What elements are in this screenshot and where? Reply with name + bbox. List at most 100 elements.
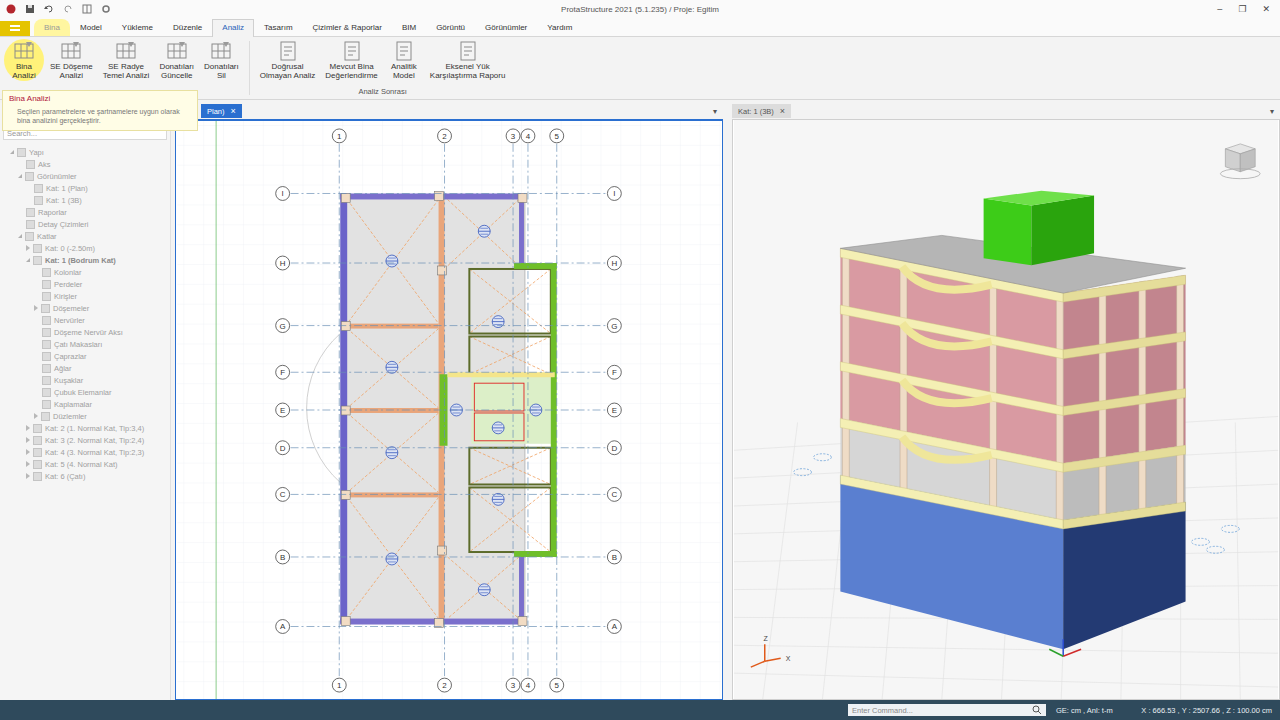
close-tab-button[interactable]: × <box>231 106 236 116</box>
expand-toggle-icon[interactable] <box>34 366 39 371</box>
slab-panel[interactable] <box>469 337 550 375</box>
column-axis[interactable]: 55 <box>550 129 564 692</box>
slab-symbol-icon[interactable] <box>386 447 398 459</box>
expand-toggle-icon[interactable] <box>34 390 39 395</box>
window-control-button[interactable]: ✕ <box>1262 4 1270 14</box>
curved-balcony[interactable] <box>902 437 992 460</box>
slab-symbol-icon[interactable] <box>492 422 504 434</box>
tree-item[interactable]: Kat: 6 (Çatı) <box>0 470 170 482</box>
column[interactable] <box>341 490 350 499</box>
slab-panel[interactable] <box>448 557 520 619</box>
ribbon-tab[interactable]: Yardım <box>537 19 582 36</box>
slab-panel[interactable] <box>347 497 438 618</box>
expand-toggle-icon[interactable] <box>18 210 23 215</box>
tree-item[interactable]: Perdeler <box>0 278 170 290</box>
command-input[interactable]: Enter Command... <box>848 704 1046 716</box>
column[interactable] <box>438 266 447 275</box>
beam[interactable] <box>347 324 438 329</box>
tree-item[interactable]: Kuşaklar <box>0 374 170 386</box>
tree-item[interactable]: Detay Çizimleri <box>0 218 170 230</box>
floor-beam[interactable] <box>1063 332 1185 359</box>
column[interactable] <box>341 322 350 331</box>
slab-symbol-icon[interactable] <box>492 493 504 505</box>
expand-toggle-icon[interactable] <box>34 270 39 275</box>
save-icon[interactable] <box>25 4 35 14</box>
ribbon-tab[interactable]: Görünümler <box>475 19 537 36</box>
expand-toggle-icon[interactable] <box>26 449 30 455</box>
ribbon-tab[interactable]: Tasarım <box>254 19 302 36</box>
wall-outline[interactable] <box>469 337 550 375</box>
tree-item[interactable]: Çatı Makasları <box>0 338 170 350</box>
view-menu-button[interactable]: ▾ <box>1270 107 1280 116</box>
tree-item[interactable]: Döşeme Nervür Aksı <box>0 326 170 338</box>
expand-toggle-icon[interactable] <box>34 413 38 419</box>
ribbon-button[interactable]: DoğrusalOlmayan Analiz <box>256 39 320 81</box>
tree-item[interactable]: Kaplamalar <box>0 398 170 410</box>
plan-canvas[interactable]: 1122334455IIHHGGFFEEDDCCBBAA <box>175 119 723 700</box>
opening[interactable] <box>474 413 524 441</box>
ribbon-button[interactable]: SE DöşemeAnalizi <box>46 39 97 81</box>
ribbon-button[interactable]: DonatılarıGüncelle <box>155 39 198 81</box>
wall-outline[interactable] <box>469 448 550 485</box>
row-axis[interactable]: FF <box>276 365 622 379</box>
ribbon-tab[interactable]: Bina <box>34 19 70 36</box>
window-control-button[interactable]: – <box>1217 4 1222 14</box>
column[interactable] <box>341 193 350 202</box>
ribbon-button[interactable]: SE RadyeTemel Analizi <box>99 39 154 81</box>
shear-wall[interactable] <box>514 551 557 557</box>
tree-item[interactable]: Çubuk Elemanlar <box>0 386 170 398</box>
tree-item[interactable]: Döşemeler <box>0 302 170 314</box>
view-menu-button[interactable]: ▾ <box>713 107 723 116</box>
row-axis[interactable]: CC <box>276 487 622 501</box>
tree-item[interactable]: Düzlemler <box>0 410 170 422</box>
undo-icon[interactable] <box>44 4 54 14</box>
expand-toggle-icon[interactable] <box>18 234 22 238</box>
tree-item[interactable]: Raporlar <box>0 206 170 218</box>
expand-toggle-icon[interactable] <box>26 425 30 431</box>
column[interactable] <box>435 192 444 201</box>
expand-toggle-icon[interactable] <box>26 437 30 443</box>
tree-item[interactable]: Nervürler <box>0 314 170 326</box>
expand-toggle-icon[interactable] <box>34 282 39 287</box>
ribbon-button[interactable]: Eksenel YükKarşılaştırma Raporu <box>426 39 510 81</box>
slab-symbol-icon[interactable] <box>478 225 490 237</box>
tree-item[interactable]: Kirişler <box>0 290 170 302</box>
expand-toggle-icon[interactable] <box>34 294 39 299</box>
expand-toggle-icon[interactable] <box>34 402 39 407</box>
ribbon-tab[interactable]: Görüntü <box>426 19 475 36</box>
expand-toggle-icon[interactable] <box>26 473 30 479</box>
close-tab-button[interactable]: × <box>780 106 785 116</box>
window-control-button[interactable]: ❐ <box>1238 4 1246 14</box>
shear-wall[interactable] <box>514 263 557 269</box>
slab-panel[interactable] <box>469 269 550 334</box>
row-axis[interactable]: HH <box>276 256 622 270</box>
tree-item[interactable]: Kat: 0 (-2.50m) <box>0 242 170 254</box>
expand-toggle-icon[interactable] <box>34 330 39 335</box>
expand-toggle-icon[interactable] <box>26 245 30 251</box>
wall[interactable] <box>519 195 524 266</box>
slab-panel[interactable] <box>448 199 520 266</box>
row-axis[interactable]: GG <box>276 319 622 333</box>
floor-beam[interactable] <box>840 362 1063 416</box>
settings-icon[interactable] <box>101 4 111 14</box>
row-axis[interactable]: BB <box>276 550 622 564</box>
expand-toggle-icon[interactable] <box>34 318 39 323</box>
stair-core[interactable] <box>984 191 1094 266</box>
floor-walls[interactable] <box>1063 275 1185 463</box>
tree-item[interactable]: Kat: 5 (4. Normal Kat) <box>0 458 170 470</box>
ribbon-tab[interactable]: Yükleme <box>112 19 163 36</box>
expand-toggle-icon[interactable] <box>18 222 23 227</box>
row-axis[interactable]: EE <box>276 403 622 417</box>
expand-toggle-icon[interactable] <box>34 305 38 311</box>
floor-beam[interactable] <box>1063 502 1185 529</box>
3d-canvas[interactable]: ZX <box>732 119 1280 700</box>
tree-item[interactable]: Kat: 3 (2. Normal Kat, Tip:2,4) <box>0 434 170 446</box>
tree-item[interactable]: Aks <box>0 158 170 170</box>
tree-item[interactable]: Kat: 2 (1. Normal Kat, Tip:3,4) <box>0 422 170 434</box>
wall[interactable] <box>340 619 525 625</box>
expand-toggle-icon[interactable] <box>34 378 39 383</box>
opening[interactable] <box>474 383 524 411</box>
ribbon-button[interactable]: AnalitikModel <box>384 39 424 81</box>
ribbon-button[interactable]: DonatılarıSil <box>200 39 243 81</box>
tree-item[interactable]: Kat: 1 (3B) <box>0 194 170 206</box>
